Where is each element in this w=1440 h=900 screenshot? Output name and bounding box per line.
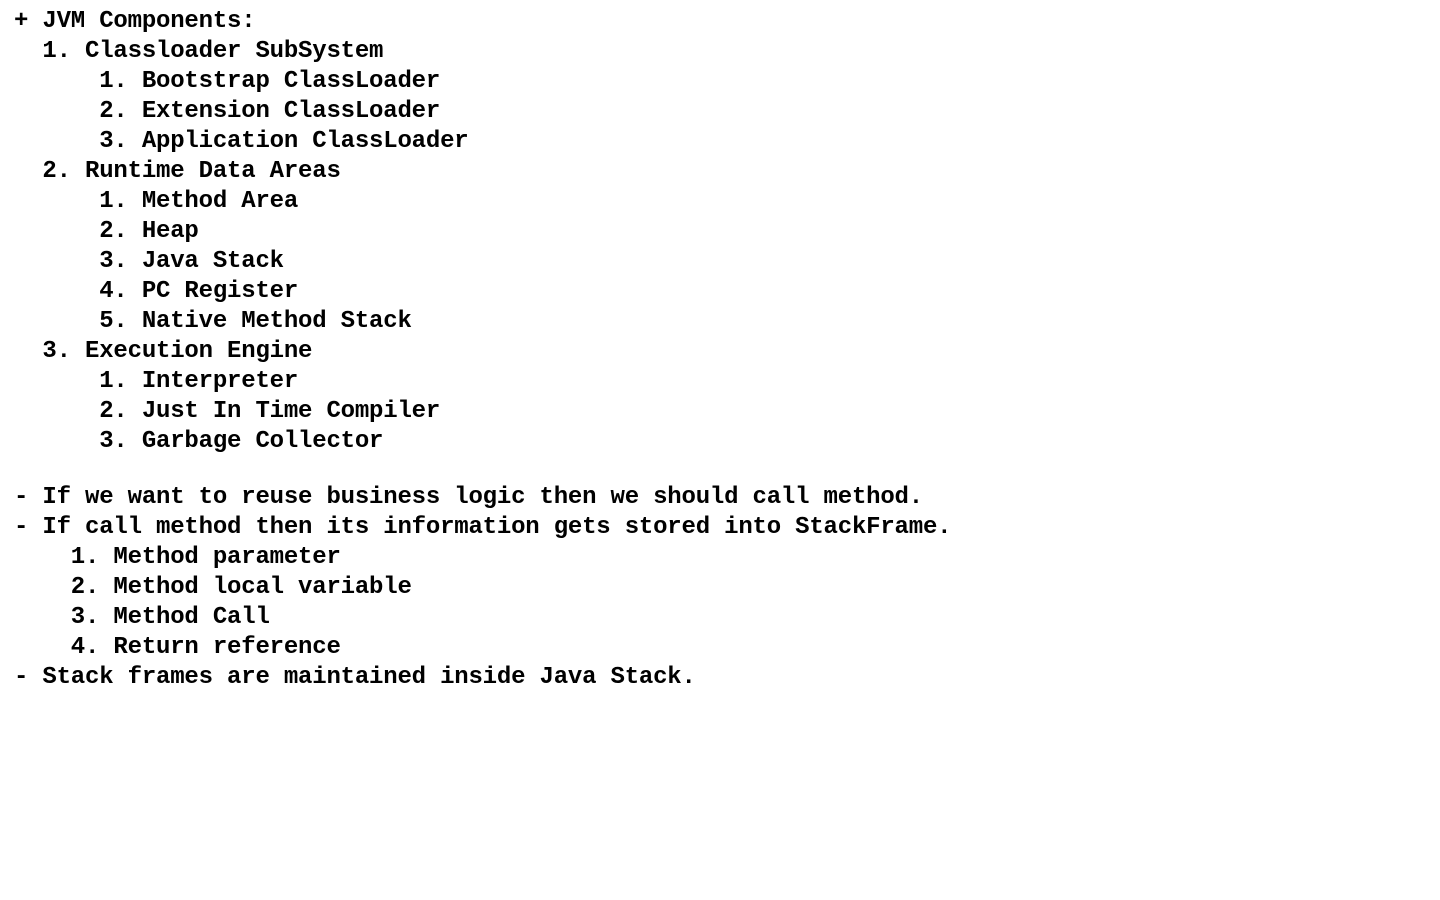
note-stack-frames-java-stack: - Stack frames are maintained inside Jav…: [14, 664, 696, 691]
list-item-method-parameter: 1. Method parameter: [14, 544, 341, 571]
list-item-runtime-data-areas: 2. Runtime Data Areas: [14, 158, 341, 185]
list-item-execution-engine: 3. Execution Engine: [14, 338, 313, 365]
list-item-interpreter: 1. Interpreter: [14, 368, 299, 395]
note-reuse-business-logic: - If we want to reuse business logic the…: [14, 484, 923, 511]
list-item-jit-compiler: 2. Just In Time Compiler: [14, 398, 441, 425]
list-item-extension-classloader: 2. Extension ClassLoader: [14, 98, 441, 125]
list-item-return-reference: 4. Return reference: [14, 634, 341, 661]
list-item-classloader-subsystem: 1. Classloader SubSystem: [14, 38, 384, 65]
list-item-java-stack: 3. Java Stack: [14, 248, 284, 275]
list-item-heap: 2. Heap: [14, 218, 199, 245]
list-item-method-local-variable: 2. Method local variable: [14, 574, 412, 601]
list-item-method-call: 3. Method Call: [14, 604, 270, 631]
list-item-pc-register: 4. PC Register: [14, 278, 299, 305]
list-item-bootstrap-classloader: 1. Bootstrap ClassLoader: [14, 68, 441, 95]
notes-document: + JVM Components: 1. Classloader SubSyst…: [14, 7, 952, 693]
list-item-native-method-stack: 5. Native Method Stack: [14, 308, 412, 335]
note-stackframe-storage: - If call method then its information ge…: [14, 514, 952, 541]
list-item-garbage-collector: 3. Garbage Collector: [14, 428, 384, 455]
list-item-application-classloader: 3. Application ClassLoader: [14, 128, 469, 155]
heading-jvm-components: + JVM Components:: [14, 8, 256, 35]
list-item-method-area: 1. Method Area: [14, 188, 299, 215]
